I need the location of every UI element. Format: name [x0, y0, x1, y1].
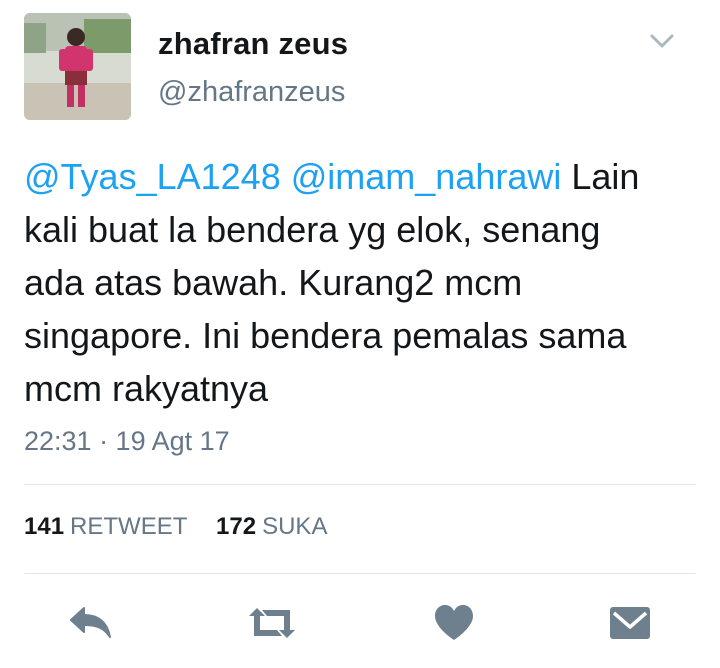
tweet-line: ada atas bawah. Kurang2 mcm	[24, 262, 523, 303]
display-name[interactable]: zhafran zeus	[158, 26, 348, 62]
direct-message-button[interactable]	[602, 600, 658, 646]
retweet-label: RETWEET	[70, 513, 188, 540]
retweet-count: 141	[24, 513, 65, 540]
tweet-text: @Tyas_LA1248 @imam_nahrawi Lain kali bua…	[24, 150, 704, 415]
heart-icon	[435, 605, 473, 640]
retweet-button[interactable]	[240, 600, 304, 646]
like-label: SUKA	[262, 513, 328, 540]
retweet-stat[interactable]: 141 RETWEET	[24, 513, 187, 541]
envelope-icon	[610, 607, 650, 639]
tweet-line-text: Lain	[561, 156, 640, 197]
avatar-photo	[24, 13, 131, 120]
reply-icon	[70, 607, 111, 638]
tweet-line: singapore. Ini bendera pemalas sama	[24, 315, 627, 356]
avatar[interactable]	[24, 13, 131, 120]
retweet-icon	[249, 608, 295, 638]
tweet-line: @Tyas_LA1248 @imam_nahrawi Lain	[24, 150, 704, 203]
tweet-line: mcm rakyatnya	[24, 368, 269, 409]
mention-link[interactable]: @Tyas_LA1248	[24, 156, 281, 197]
like-stat[interactable]: 172 SUKA	[216, 513, 327, 541]
tweet-card: zhafran zeus @zhafranzeus @Tyas_LA1248 @…	[0, 0, 720, 668]
chevron-down-icon[interactable]	[647, 30, 677, 52]
timestamp[interactable]: 22:31 · 19 Agt 17	[24, 426, 230, 457]
engagement-stats: 141 RETWEET 172 SUKA	[24, 513, 349, 541]
tweet-line: kali buat la bendera yg elok, senang	[24, 209, 601, 250]
like-button[interactable]	[426, 600, 482, 646]
like-count: 172	[216, 513, 257, 540]
divider	[24, 484, 696, 485]
reply-button[interactable]	[62, 600, 118, 646]
divider	[24, 573, 696, 574]
mention-link[interactable]: @imam_nahrawi	[291, 156, 562, 197]
user-handle[interactable]: @zhafranzeus	[158, 76, 345, 109]
